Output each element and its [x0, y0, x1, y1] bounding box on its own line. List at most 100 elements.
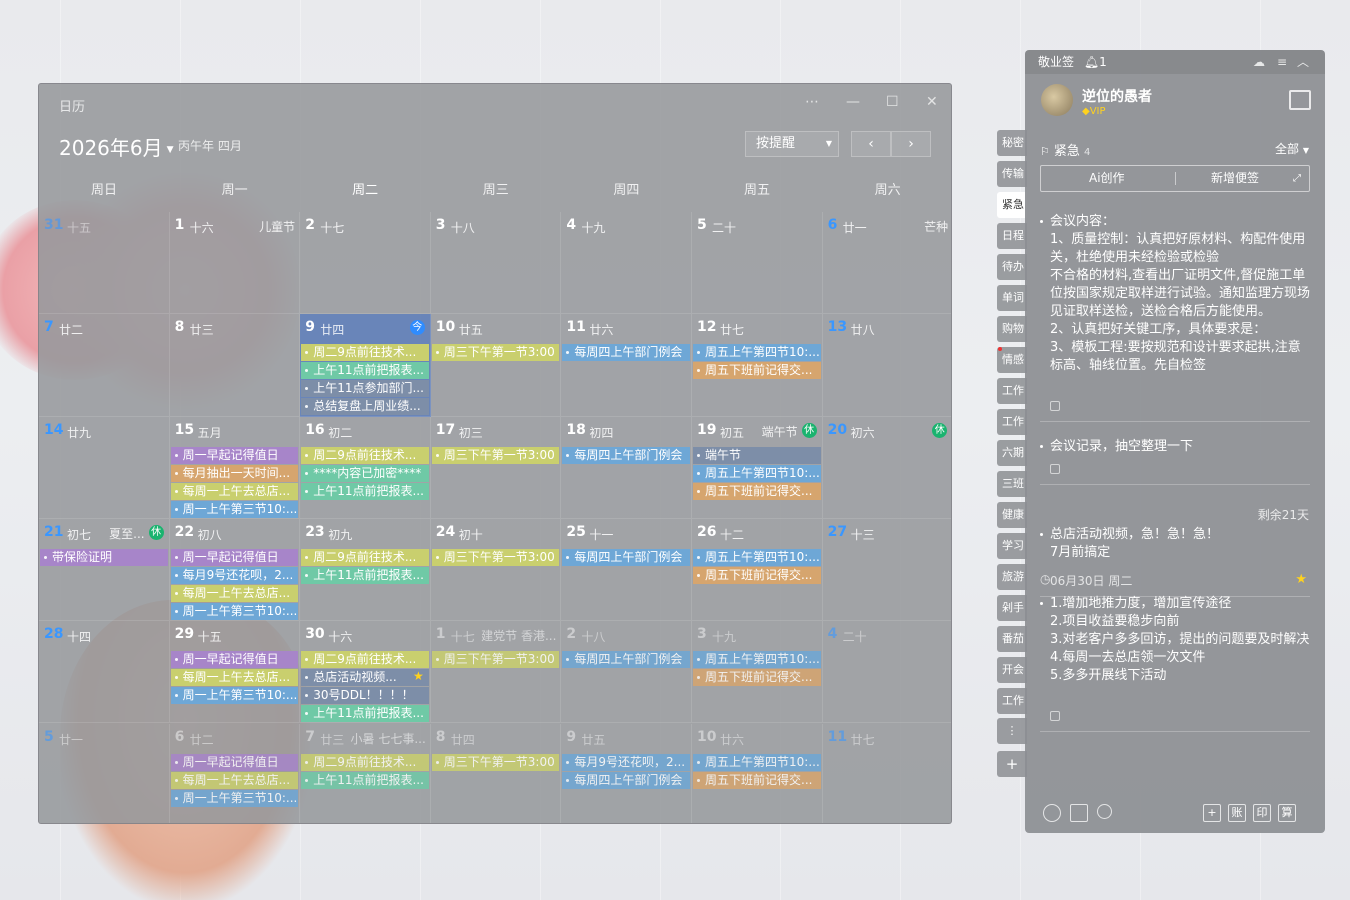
maximize-icon[interactable]: ☐ — [886, 94, 899, 110]
event-bar[interactable]: 周五下班前记得交... — [693, 482, 821, 500]
event-bar[interactable]: 周一上午第三节10:... — [170, 687, 299, 705]
day-cell[interactable]: 7 廿二 — [39, 314, 170, 417]
cloud-icon[interactable]: ☁ — [1253, 50, 1265, 74]
event-bar[interactable]: 每周一上午去总店... — [170, 669, 299, 687]
ledger-icon[interactable]: 账 — [1228, 804, 1246, 822]
event-bar[interactable]: 上午11点前把报表... — [301, 566, 429, 584]
note-item[interactable]: 会议内容： 1、质量控制：认真把好原材料、构配件使用关，杜绝使用未经检验或检验 … — [1040, 213, 1310, 375]
event-bar[interactable]: 每月9号还花呗，2... — [562, 753, 690, 771]
event-bar[interactable]: 周五下班前记得交... — [693, 669, 821, 687]
day-cell[interactable]: 23 初九 周二9点前往技术... 上午11点前把报表... — [300, 518, 431, 622]
event-bar[interactable]: 上午11点前把报表... — [301, 362, 429, 380]
event-bar[interactable]: 每周四上午部门例会 — [562, 548, 690, 566]
event-bar[interactable]: 周三下午第一节3:00 — [431, 344, 560, 362]
event-bar[interactable]: 每周四上午部门例会 — [562, 344, 690, 362]
day-cell[interactable]: 8 廿三 — [169, 314, 301, 417]
event-bar[interactable]: 周二9点前往技术... — [301, 446, 429, 464]
category-tab[interactable]: 日程 — [997, 223, 1027, 249]
day-cell[interactable]: 11 廿七 — [823, 724, 951, 824]
event-bar[interactable]: 周五下班前记得交... — [693, 566, 821, 584]
new-note-button[interactable]: 新增便签 — [1211, 166, 1259, 191]
category-tab[interactable]: 单词 — [997, 285, 1027, 311]
add-icon[interactable]: + — [1203, 804, 1221, 822]
collapse-icon[interactable]: ︿ — [1297, 50, 1309, 74]
user-name[interactable]: 逆位的愚者 — [1082, 86, 1152, 106]
event-bar[interactable]: 周二9点前往技术... — [301, 753, 429, 771]
event-bar[interactable]: 周三下午第一节3:00 — [431, 548, 560, 566]
view-mode-select[interactable]: 按提醒 ▼ — [745, 131, 839, 157]
event-bar[interactable]: 端午节 — [693, 446, 821, 464]
day-cell[interactable]: 18 初四 每周四上午部门例会 — [561, 416, 692, 519]
day-cell[interactable]: 10 廿六 周五上午第四节10:... 周五下班前记得交... — [692, 723, 823, 823]
calendar-icon[interactable] — [1289, 90, 1311, 110]
category-tab[interactable]: 工作 — [997, 409, 1027, 435]
event-bar[interactable]: 周五上午第四节10:... — [693, 548, 821, 566]
category-tab[interactable]: 传输 — [997, 161, 1027, 187]
event-bar[interactable]: 每周四上午部门例会 — [562, 771, 690, 789]
day-cell[interactable]: 3 十九 周五上午第四节10:... 周五下班前记得交... — [692, 621, 823, 724]
event-bar[interactable]: 周一早起记得值日 — [170, 548, 299, 566]
day-cell[interactable]: 4 十九 — [561, 212, 692, 315]
star-icon[interactable]: ★ — [1295, 572, 1307, 587]
event-bar[interactable]: 每月9号还花呗，2... — [170, 566, 299, 584]
event-bar[interactable]: 周一早起记得值日 — [170, 753, 299, 771]
day-cell[interactable]: 26 十二 周五上午第四节10:... 周五下班前记得交... — [692, 518, 823, 622]
day-cell[interactable]: 14 廿九 — [39, 416, 170, 519]
event-bar[interactable]: 周三下午第一节3:00 — [431, 753, 560, 771]
event-bar[interactable]: 周二9点前往技术... — [301, 344, 429, 362]
day-cell[interactable]: 10 廿五 周三下午第一节3:00 — [430, 314, 562, 417]
event-bar[interactable]: 周二9点前往技术... — [301, 548, 429, 566]
day-cell[interactable]: 25 十一 每周四上午部门例会 — [561, 518, 692, 622]
event-bar[interactable]: 周五上午第四节10:... — [693, 651, 821, 669]
category-tab[interactable]: 待办 — [997, 254, 1027, 280]
expand-icon[interactable]: ⤢ — [1293, 166, 1301, 191]
next-month-button[interactable]: › — [891, 131, 931, 157]
category-tab[interactable]: 番茄 — [997, 626, 1027, 652]
event-bar[interactable]: 上午11点前把报表... — [301, 705, 429, 723]
day-cell[interactable]: 2 十八 每周四上午部门例会 — [561, 621, 692, 724]
add-tab-button[interactable]: + — [997, 751, 1027, 777]
event-bar[interactable]: 周一上午第三节10:... — [170, 789, 299, 807]
day-cell[interactable]: 4 二十 — [822, 621, 951, 724]
search-icon[interactable] — [1097, 804, 1112, 819]
day-cell[interactable]: 22 初八 周一早起记得值日 每月9号还花呗，2... 每周一上午去总店... 周一上午第… — [169, 518, 301, 622]
event-bar[interactable]: 带保险证明 — [40, 548, 168, 566]
event-bar[interactable]: 周五上午第四节10:... — [693, 464, 821, 482]
event-bar[interactable]: 每月抽出一天时间... — [170, 464, 299, 482]
event-bar[interactable]: 周五上午第四节10:... — [693, 344, 821, 362]
more-tabs-button[interactable]: ⋮ — [997, 718, 1027, 744]
day-cell[interactable]: 1 十七 建党节 香港... 周三下午第一节3:00 — [430, 621, 562, 724]
note-item[interactable]: 1.增加地推力度，增加宣传途径 2.项目收益要稳步向前 3.对老客户多多回访，提… — [1040, 595, 1310, 685]
filter-select[interactable]: 全部 ▼ — [1275, 140, 1309, 157]
checklist-icon[interactable] — [1070, 804, 1088, 822]
calculator-icon[interactable]: 算 — [1278, 804, 1296, 822]
event-bar[interactable]: 每周四上午部门例会 — [562, 446, 690, 464]
day-cell[interactable]: 16 初二 周二9点前往技术... ****内容已加密**** 上午11点前把报表... — [300, 416, 431, 519]
category-tab[interactable]: 三班 — [997, 471, 1027, 497]
event-bar[interactable]: ****内容已加密**** — [301, 464, 429, 482]
ai-create-button[interactable]: Ai创作 — [1089, 166, 1125, 191]
category-tab[interactable]: 旅游 — [997, 564, 1027, 590]
day-cell[interactable]: 9 廿五 每月9号还花呗，2... 每周四上午部门例会 — [561, 723, 692, 823]
note-item[interactable]: 会议记录，抽空整理一下 — [1040, 438, 1310, 456]
day-cell[interactable]: 19 初五 端午节休端午节 周五上午第四节10:... 周五下班前记得交... — [692, 416, 823, 519]
category-tab[interactable]: 工作 — [997, 688, 1027, 714]
day-cell[interactable]: 1 十六 儿童节 — [169, 212, 301, 315]
menu-icon[interactable]: ≡ — [1277, 50, 1287, 74]
minimize-icon[interactable]: — — [846, 94, 860, 110]
day-cell[interactable]: 31 十五 — [39, 212, 170, 315]
category-tab[interactable]: 学习 — [997, 533, 1027, 559]
day-cell[interactable]: 12 廿七 周五上午第四节10:... 周五下班前记得交... — [692, 314, 823, 417]
prev-month-button[interactable]: ‹ — [851, 131, 891, 157]
day-cell[interactable]: 24 初十 周三下午第一节3:00 — [430, 518, 562, 622]
event-bar[interactable]: 周五下班前记得交... — [693, 362, 821, 380]
category-tab[interactable]: 紧急 — [997, 192, 1027, 218]
day-cell[interactable]: 20 初六 休 — [822, 417, 951, 519]
event-bar[interactable]: 周三下午第一节3:00 — [431, 651, 560, 669]
close-icon[interactable]: ✕ — [926, 94, 938, 110]
day-cell[interactable]: 21 初七 夏至... 休带保险证明 — [39, 518, 170, 622]
category-tab[interactable]: 健康 — [997, 502, 1027, 528]
event-bar[interactable]: 周五上午第四节10:... — [693, 753, 821, 771]
event-bar[interactable]: 周三下午第一节3:00 — [431, 446, 560, 464]
event-bar[interactable]: 周五下班前记得交... — [693, 771, 821, 789]
